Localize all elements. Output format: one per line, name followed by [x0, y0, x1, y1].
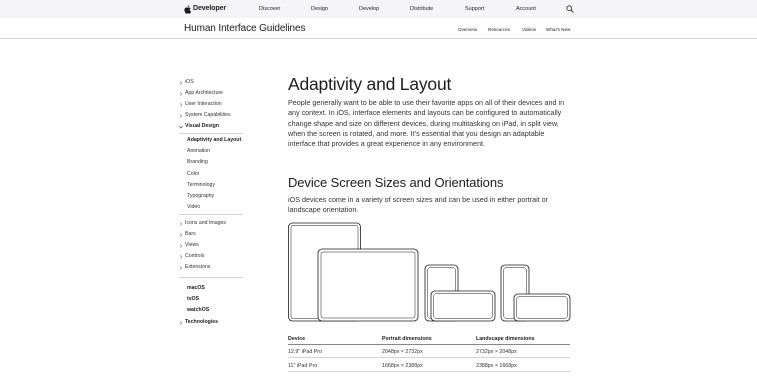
table-row: 12.9" iPad Pro 2048px × 2732px 2732px × … — [288, 345, 570, 358]
sidebar-item-user-interaction[interactable]: User Interaction — [176, 100, 256, 109]
sidebar-item-views[interactable]: Views — [176, 241, 256, 250]
sidebar-item-app-architecture[interactable]: App Architecture — [176, 89, 256, 98]
section-paragraph: iOS devices come in a variety of screen … — [288, 195, 549, 215]
chevron-right-icon — [176, 263, 185, 272]
chevron-right-icon — [176, 89, 185, 98]
sidebar-subitem-typography[interactable]: Typography — [187, 192, 214, 201]
nav-support[interactable]: Support — [465, 5, 484, 13]
header-landscape: Landscape dimensions — [476, 336, 535, 342]
intro-paragraph: People generally want to be able to use … — [288, 98, 565, 149]
nav-distribute[interactable]: Distribute — [410, 5, 433, 13]
sidebar-item-controls[interactable]: Controls — [176, 252, 256, 261]
nav-develop[interactable]: Develop — [359, 5, 379, 13]
header-device: Device — [288, 336, 306, 342]
sidebar-platform-tvos[interactable]: tvOS — [187, 295, 199, 304]
chevron-right-icon — [176, 241, 185, 250]
nav-design[interactable]: Design — [311, 5, 328, 13]
sidebar-subitem-video[interactable]: Video — [187, 203, 200, 212]
chevron-right-icon — [176, 78, 185, 87]
iphone-landscape-screen — [433, 293, 493, 319]
apple-logo-icon — [184, 4, 191, 14]
chevron-down-icon — [176, 122, 185, 131]
sidebar-item-label: Bars — [185, 231, 196, 237]
sidebar-subitem-adaptivity-and-layout[interactable]: Adaptivity and Layout — [187, 136, 241, 145]
global-nav: Developer Discover Design Develop Distri… — [0, 0, 757, 18]
sidebar-item-icons-and-images[interactable]: Icons and Images — [176, 219, 256, 228]
chevron-right-icon — [176, 219, 185, 228]
sidebar-subitem-branding[interactable]: Branding — [187, 158, 208, 167]
sidebar-item-label: Controls — [185, 253, 205, 259]
cell-portrait: 1668px × 2388px — [382, 363, 423, 369]
sidebar-item-ios[interactable]: iOS — [176, 78, 256, 87]
table-header-row: Device Portrait dimensions Landscape dim… — [288, 332, 570, 345]
nav-account[interactable]: Account — [516, 5, 536, 13]
sidebar-item-label: Views — [185, 242, 199, 248]
chevron-right-icon — [176, 100, 185, 109]
localnav-resources[interactable]: Resources — [488, 27, 510, 33]
sidebar-item-label: Extensions — [185, 264, 211, 270]
sidebar-item-label: Visual Design — [185, 123, 219, 129]
sidebar-divider — [179, 277, 243, 278]
sidebar-item-label: Icons and Images — [185, 220, 226, 226]
phone-small-landscape-screen — [516, 296, 568, 319]
sidebar-platform-watchos[interactable]: watchOS — [187, 306, 209, 315]
cell-landscape: 2388px × 1668px — [476, 363, 517, 369]
chevron-right-icon — [176, 318, 185, 327]
sidebar-divider — [179, 214, 243, 215]
sidebar-item-label: App Architecture — [185, 90, 224, 96]
sidebar-item-label: User Interaction — [185, 101, 222, 107]
cell-device: 11" iPad Pro — [288, 363, 318, 369]
sidebar-item-technologies[interactable]: Technologies — [176, 318, 256, 327]
section-title[interactable]: Human Interface Guidelines — [184, 22, 305, 35]
local-nav: Human Interface Guidelines Overview Reso… — [0, 18, 757, 39]
sidebar-subitem-animation[interactable]: Animation — [187, 147, 210, 156]
sidebar-divider — [179, 133, 243, 134]
section-heading: Device Screen Sizes and Orientations — [288, 175, 504, 190]
device-sizes-illustration — [288, 222, 571, 322]
localnav-whats-new[interactable]: What's New — [546, 27, 570, 33]
header-portrait: Portrait dimensions — [382, 336, 432, 342]
developer-logo[interactable]: Developer — [184, 4, 226, 14]
page-title: Adaptivity and Layout — [288, 74, 452, 94]
sidebar-item-label: System Capabilities — [185, 112, 231, 118]
sidebar-subitem-terminology[interactable]: Terminology — [187, 181, 215, 190]
nav-discover[interactable]: Discover — [259, 5, 280, 13]
sidebar-subitem-color[interactable]: Color — [187, 170, 199, 179]
chevron-right-icon — [176, 111, 185, 120]
chevron-right-icon — [176, 252, 185, 261]
chevron-right-icon — [176, 230, 185, 239]
sidebar-item-system-capabilities[interactable]: System Capabilities — [176, 111, 256, 120]
ipad-landscape-screen — [320, 251, 416, 319]
search-icon[interactable] — [566, 5, 574, 13]
logo-text: Developer — [193, 5, 226, 12]
localnav-videos[interactable]: Videos — [522, 27, 536, 33]
sidebar-item-label: Technologies — [185, 319, 219, 325]
sidebar-item-label: iOS — [185, 79, 194, 85]
localnav-overview[interactable]: Overview — [458, 27, 477, 33]
cell-device: 12.9" iPad Pro — [288, 349, 322, 355]
sidebar-platform-macos[interactable]: macOS — [187, 284, 205, 293]
sidebar-item-bars[interactable]: Bars — [176, 230, 256, 239]
sidebar-item-extensions[interactable]: Extensions — [176, 263, 256, 272]
sidebar-item-visual-design[interactable]: Visual Design — [176, 122, 256, 131]
table-row: 11" iPad Pro 1668px × 2388px 2388px × 16… — [288, 359, 570, 372]
cell-landscape: 2732px × 2048px — [476, 349, 517, 355]
cell-portrait: 2048px × 2732px — [382, 349, 423, 355]
